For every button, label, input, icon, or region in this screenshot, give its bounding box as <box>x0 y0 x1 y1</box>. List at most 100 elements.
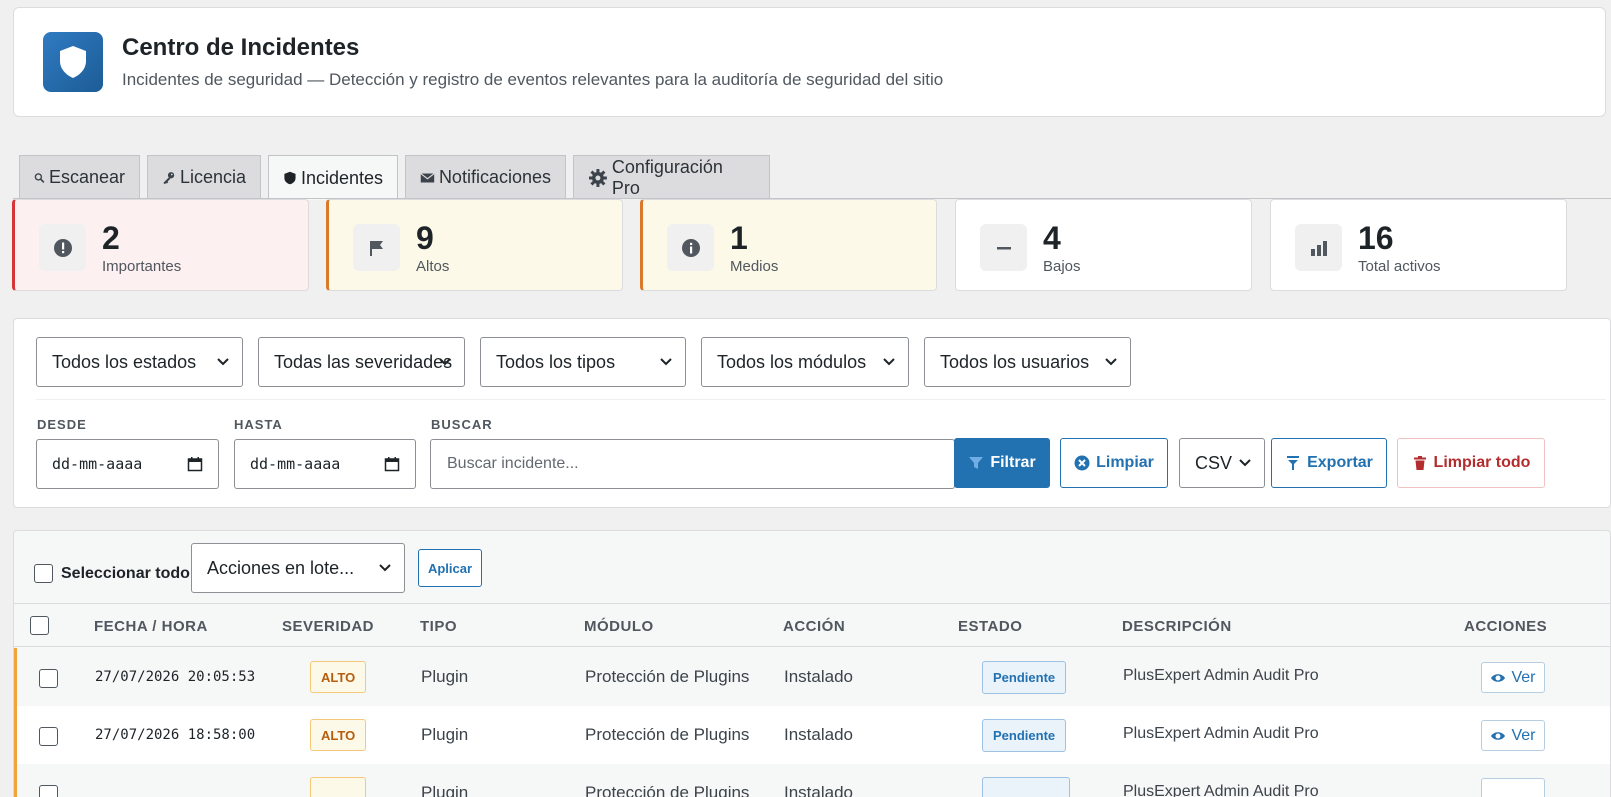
clear-all-button-label: Limpiar todo <box>1433 454 1531 471</box>
module-select[interactable]: Todos los módulos <box>701 337 909 387</box>
to-label: HASTA <box>234 417 283 432</box>
page-title: Centro de Incidentes <box>122 34 360 61</box>
shield-icon <box>284 171 296 185</box>
cell-action: Instalado <box>784 667 853 686</box>
search-placeholder: Buscar incidente... <box>447 455 579 472</box>
cell-type: Plugin <box>421 783 469 797</box>
page-subtitle: Incidentes de seguridad — Detección y re… <box>122 70 944 89</box>
tab-label: Licencia <box>179 167 246 187</box>
filter-divider <box>36 399 1606 400</box>
from-label: DESDE <box>37 417 87 432</box>
clear-all-button[interactable]: Limpiar todo <box>1397 438 1545 488</box>
status-select[interactable]: Todos los estados <box>36 337 243 387</box>
status-badge: Pendiente <box>982 661 1067 694</box>
stat-label: Bajos <box>1043 258 1081 275</box>
cell-module: Protección de Plugins <box>585 725 750 744</box>
apply-button[interactable]: Aplicar <box>418 549 482 587</box>
cell-description: PlusExpert Admin Audit Pro <box>1123 783 1319 797</box>
cell-description: PlusExpert Admin Audit Pro <box>1123 667 1319 684</box>
bulk-actions-select[interactable]: Acciones en lote... <box>191 543 405 593</box>
envelope-icon <box>420 172 435 182</box>
select-all-label: Seleccionar todo <box>61 564 190 582</box>
column-header: FECHA / HORA <box>94 618 208 635</box>
user-select-value: Todos los usuarios <box>940 351 1090 372</box>
tab-label: Incidentes <box>300 167 383 188</box>
table-row[interactable]: 27/07/2026 18:58:00 ALTO Plugin Protecci… <box>14 706 1610 764</box>
user-select[interactable]: Todos los usuarios <box>924 337 1131 387</box>
stat-label: Importantes <box>102 258 182 275</box>
tab-licencia[interactable]: Licencia <box>147 155 261 199</box>
tab-notificaciones[interactable]: Notificaciones <box>405 155 566 199</box>
search-label: BUSCAR <box>431 417 493 432</box>
table-row[interactable]: Plugin Protección de Plugins Instalado P… <box>14 764 1610 797</box>
select-all-checkbox[interactable] <box>34 564 53 583</box>
export-button[interactable]: Exportar <box>1271 438 1387 488</box>
chevron-down-icon <box>217 358 229 366</box>
table-row[interactable]: 27/07/2026 20:05:53 ALTO Plugin Protecci… <box>14 648 1610 706</box>
stat-value: 1 <box>730 220 748 256</box>
stat-importantes[interactable]: 2 Importantes <box>12 199 309 291</box>
severity-select[interactable]: Todas las severidades <box>258 337 465 387</box>
column-header: DESCRIPCIÓN <box>1122 618 1232 635</box>
stat-label: Altos <box>416 258 450 275</box>
to-date-input[interactable]: dd-mm-aaaa <box>234 439 416 489</box>
row-checkbox[interactable] <box>39 785 58 797</box>
cell-action: Instalado <box>784 783 853 797</box>
stat-total-activos[interactable]: 16 Total activos <box>1270 199 1567 291</box>
view-button-label: Ver <box>1511 668 1536 686</box>
tab-incidentes[interactable]: Incidentes <box>268 155 398 200</box>
chevron-down-icon <box>379 564 391 572</box>
tab-configuracion-pro[interactable]: Configuración Pro <box>573 155 770 199</box>
from-date-placeholder: dd-mm-aaaa <box>52 455 143 473</box>
tab-label: Escanear <box>48 167 125 187</box>
eye-icon <box>1491 673 1506 682</box>
shield-icon <box>43 32 103 92</box>
header-checkbox[interactable] <box>30 616 49 635</box>
cell-action: Instalado <box>784 725 853 744</box>
row-checkbox[interactable] <box>39 669 58 688</box>
type-select[interactable]: Todos los tipos <box>480 337 686 387</box>
minus-icon <box>980 224 1027 271</box>
tab-escanear[interactable]: Escanear <box>19 155 140 199</box>
column-header: TIPO <box>420 618 458 635</box>
module-select-value: Todos los módulos <box>717 351 867 372</box>
tab-label: Configuración Pro <box>611 156 723 198</box>
flag-icon <box>353 224 400 271</box>
stat-label: Total activos <box>1358 258 1441 275</box>
to-date-placeholder: dd-mm-aaaa <box>250 455 341 473</box>
stat-label: Medios <box>730 258 779 275</box>
stat-altos[interactable]: 9 Altos <box>326 199 623 291</box>
filter-button[interactable]: Filtrar <box>954 438 1050 488</box>
cell-type: Plugin <box>421 725 469 744</box>
view-button[interactable]: Ver <box>1481 720 1545 751</box>
column-header: SEVERIDAD <box>282 618 375 635</box>
column-header: ACCIONES <box>1464 618 1548 635</box>
search-icon <box>34 172 45 183</box>
view-button[interactable]: Ver <box>1481 662 1545 693</box>
chevron-down-icon <box>660 358 672 366</box>
clear-button[interactable]: Limpiar <box>1060 438 1168 488</box>
clear-button-label: Limpiar <box>1096 454 1154 471</box>
close-circle-icon <box>1074 455 1090 471</box>
select-all[interactable]: Seleccionar todo <box>34 564 190 583</box>
stat-bajos[interactable]: 4 Bajos <box>955 199 1252 291</box>
type-select-value: Todos los tipos <box>496 351 616 372</box>
from-date-input[interactable]: dd-mm-aaaa <box>36 439 219 489</box>
status-badge: Pendiente <box>982 719 1067 752</box>
cell-module: Protección de Plugins <box>585 783 750 797</box>
format-select[interactable]: CSV <box>1179 438 1265 488</box>
cell-datetime: 27/07/2026 20:05:53 <box>95 669 256 685</box>
search-input[interactable]: Buscar incidente... <box>430 439 955 489</box>
calendar-icon <box>187 457 203 472</box>
stat-value: 4 <box>1043 220 1061 256</box>
calendar-icon <box>384 457 400 472</box>
stat-medios[interactable]: 1 Medios <box>640 199 937 291</box>
export-button-label: Exportar <box>1307 454 1373 471</box>
row-checkbox[interactable] <box>39 727 58 746</box>
filter-button-label: Filtrar <box>990 454 1036 471</box>
cell-description: PlusExpert Admin Audit Pro <box>1123 725 1319 742</box>
eye-icon <box>1491 731 1506 740</box>
info-icon <box>667 224 714 271</box>
view-button[interactable] <box>1481 778 1545 797</box>
chevron-down-icon <box>1105 358 1117 366</box>
